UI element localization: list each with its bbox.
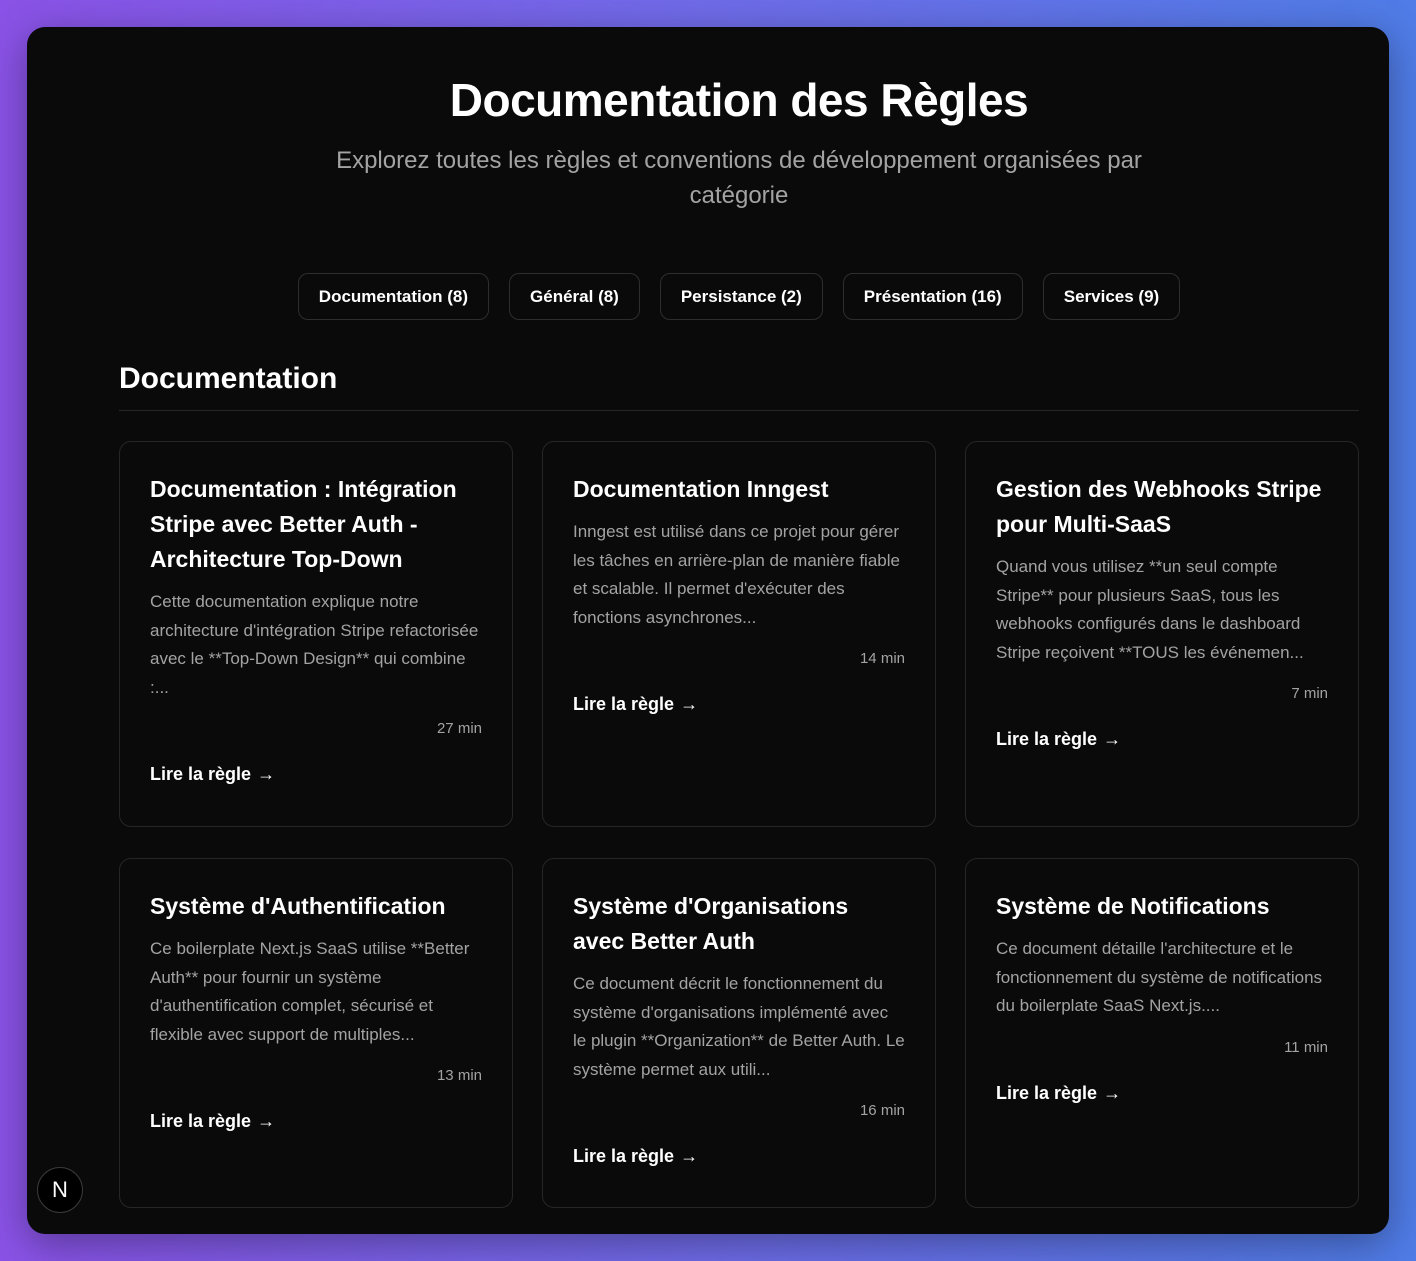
read-rule-link[interactable]: Lire la règle → — [573, 694, 698, 715]
nextjs-dev-badge-icon[interactable]: N — [37, 1167, 83, 1213]
filter-persistance[interactable]: Persistance (2) — [659, 273, 823, 320]
card-description: Ce document détaille l'architecture et l… — [996, 939, 1323, 1015]
reading-time: 16 min — [859, 1102, 905, 1119]
card-title: Gestion des Webhooks Stripe pour Multi-S… — [996, 476, 1322, 537]
read-rule-label: Lire la règle — [996, 1082, 1098, 1103]
arrow-right-icon: → — [257, 1111, 276, 1131]
page-subtitle: Explorez toutes les règles et convention… — [336, 147, 1142, 209]
rule-card[interactable]: Système d'Authentification Ce boilerplat… — [119, 858, 513, 1208]
card-title: Système d'Authentification — [150, 893, 446, 919]
filter-documentation[interactable]: Documentation (8) — [297, 273, 490, 320]
card-description: Quand vous utilisez **un seul compte Str… — [996, 557, 1304, 662]
section-title: Documentation — [119, 362, 338, 395]
card-title: Documentation Inngest — [573, 476, 829, 502]
card-description: Cette documentation explique notre archi… — [150, 592, 479, 697]
card-title: Système de Notifications — [996, 893, 1270, 919]
reading-time: 27 min — [436, 720, 482, 737]
rule-card[interactable]: Documentation Inngest Inngest est utilis… — [542, 441, 936, 827]
read-rule-label: Lire la règle — [150, 764, 252, 784]
read-rule-link[interactable]: Lire la règle → — [996, 1083, 1121, 1104]
arrow-right-icon: → — [680, 1146, 699, 1166]
rule-card[interactable]: Système de Notifications Ce document dét… — [965, 858, 1359, 1208]
read-rule-label: Lire la règle — [573, 694, 675, 714]
app-window: Documentation des Règles Explorez toutes… — [27, 27, 1389, 1234]
category-filters: Documentation (8) Général (8) Persistanc… — [27, 273, 1389, 320]
reading-time: 14 min — [859, 650, 905, 667]
read-rule-link[interactable]: Lire la règle → — [573, 1146, 698, 1167]
card-description: Ce document décrit le fonctionnement du … — [573, 974, 905, 1079]
reading-time: 13 min — [436, 1067, 482, 1084]
page-title: Documentation des Règles — [449, 74, 1029, 126]
rule-card[interactable]: Système d'Organisations avec Better Auth… — [542, 858, 936, 1208]
read-rule-label: Lire la règle — [573, 1146, 675, 1166]
card-description: Inngest est utilisé dans ce projet pour … — [573, 522, 900, 627]
section-divider — [119, 410, 1359, 411]
arrow-right-icon: → — [1103, 729, 1122, 749]
card-title: Documentation : Intégration Stripe avec … — [150, 476, 457, 572]
read-rule-link[interactable]: Lire la règle → — [150, 764, 275, 785]
read-rule-label: Lire la règle — [150, 1111, 252, 1131]
reading-time: 11 min — [1284, 1038, 1328, 1056]
arrow-right-icon: → — [257, 764, 276, 784]
arrow-right-icon: → — [1103, 1082, 1122, 1103]
card-description: Ce boilerplate Next.js SaaS utilise **Be… — [150, 939, 470, 1044]
read-rule-link[interactable]: Lire la règle → — [996, 729, 1121, 750]
filter-general[interactable]: Général (8) — [509, 273, 640, 320]
filter-presentation[interactable]: Présentation (16) — [842, 273, 1023, 320]
reading-time: 7 min — [1291, 685, 1328, 702]
read-rule-label: Lire la règle — [996, 729, 1098, 749]
card-title: Système d'Organisations avec Better Auth — [573, 893, 849, 954]
arrow-right-icon: → — [680, 694, 699, 714]
rule-card[interactable]: Gestion des Webhooks Stripe pour Multi-S… — [965, 441, 1359, 827]
rules-grid: Documentation : Intégration Stripe avec … — [119, 441, 1359, 1208]
filter-services[interactable]: Services (9) — [1042, 273, 1181, 320]
rule-card[interactable]: Documentation : Intégration Stripe avec … — [119, 441, 513, 827]
read-rule-link[interactable]: Lire la règle → — [150, 1111, 275, 1132]
